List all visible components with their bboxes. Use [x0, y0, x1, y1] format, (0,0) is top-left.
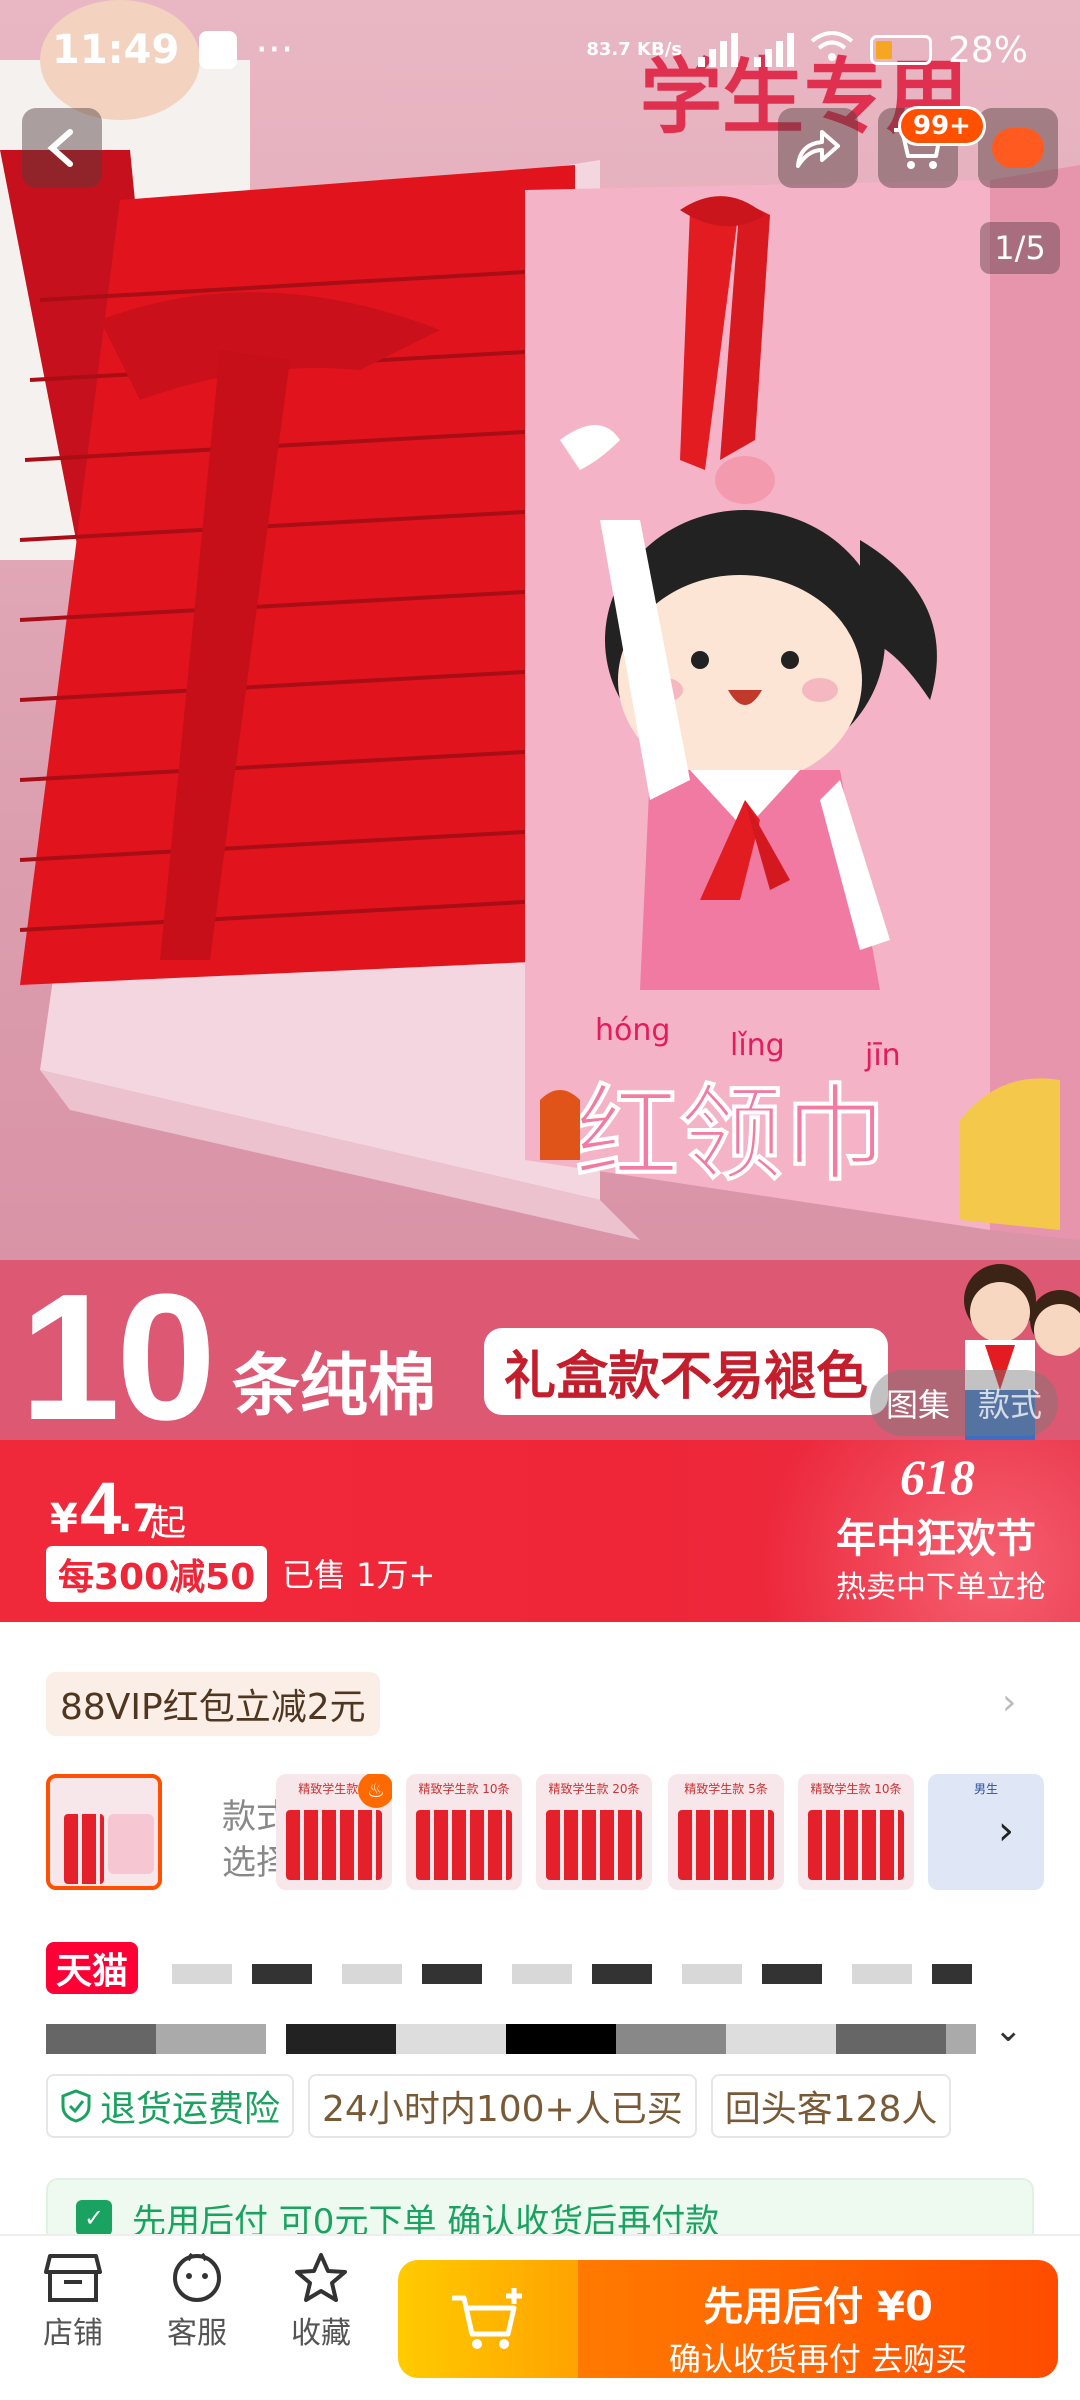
coupon-badge: 每300减50: [46, 1546, 268, 1602]
recent-buyers-tag: 24小时内100+人已买: [308, 2074, 697, 2138]
battery-icon: [869, 35, 932, 65]
wifi-icon: [810, 29, 854, 72]
style-thumb[interactable]: 精致学生款 10条: [406, 1774, 522, 1890]
chevron-down-icon[interactable]: ⌄: [994, 2010, 1023, 2050]
share-button[interactable]: [778, 108, 858, 188]
store-icon: [44, 2254, 102, 2302]
style-thumb[interactable]: 精致学生款 5 ♨: [276, 1774, 392, 1890]
redacted-title-line2: [46, 2024, 976, 2054]
style-thumb[interactable]: 精致学生款 5条: [668, 1774, 784, 1890]
return-insurance-tag: 退货运费险: [46, 2074, 295, 2138]
star-icon: [295, 2253, 347, 2302]
store-button[interactable]: 店铺: [18, 2252, 128, 2352]
check-icon: ✓: [76, 2200, 112, 2236]
vip-coupon[interactable]: 88VIP红包立减2元: [46, 1672, 380, 1736]
status-time: 11:49: [52, 27, 180, 73]
style-thumbnails: 款式选择 精致学生款 5 ♨ 精致学生款 10条 精致学生款 20条 精致学生款…: [46, 1774, 1080, 1894]
repeat-customers-tag: 回头客128人: [710, 2074, 952, 2138]
price-integer: 4: [80, 1467, 122, 1550]
redacted-title-line1: [172, 1964, 972, 1984]
style-thumb-selected[interactable]: [46, 1774, 162, 1890]
signal-2-icon: [753, 33, 794, 67]
chevron-right-icon[interactable]: ›: [1002, 1682, 1016, 1723]
hero-illustration: hóng lǐng jīn 红领巾 学生专用: [0, 0, 1080, 1440]
promo-number: 618: [900, 1449, 975, 1505]
more-notifications-icon: ···: [255, 27, 294, 73]
sold-count: 已售 1万+: [282, 1556, 436, 1594]
product-title[interactable]: 天猫: [46, 1934, 1046, 2074]
banner-number: 10: [20, 1257, 216, 1441]
more-button[interactable]: [978, 108, 1058, 188]
product-page: hóng lǐng jīn 红领巾 学生专用 10 条纯棉 礼盒款不易褪色 11…: [0, 0, 1080, 2400]
box-pinyin-1: hóng: [595, 1013, 670, 1048]
promo-subtitle: 热卖中下单立抢: [836, 1570, 1046, 1605]
hot-icon: ♨: [358, 1774, 392, 1808]
gallery-tabs: 图集 款式: [870, 1370, 1059, 1436]
net-speed: 83.7 KB/s: [586, 39, 682, 60]
banner-pill: 礼盒款不易褪色: [484, 1328, 889, 1415]
box-pinyin-2: lǐng: [730, 1028, 785, 1063]
banner-text: 条纯棉: [232, 1347, 437, 1426]
add-to-cart-button[interactable]: [398, 2260, 578, 2378]
buy-line1: 先用后付 ¥0: [703, 2284, 933, 2330]
signal-icon: [697, 33, 738, 67]
add-cart-icon: [452, 2288, 522, 2349]
chevron-right-icon[interactable]: ›: [998, 1808, 1014, 1854]
box-label: 红领巾: [575, 1073, 887, 1195]
price-currency: ¥: [50, 1496, 78, 1542]
app-notification-icon: [199, 31, 238, 69]
image-counter: 1/5: [980, 222, 1060, 274]
tab-styles[interactable]: 款式: [978, 1380, 1042, 1426]
service-button[interactable]: 客服: [142, 2252, 252, 2352]
tmall-badge: 天猫: [46, 1942, 139, 1994]
promo-title: 年中狂欢节: [836, 1516, 1036, 1562]
purchase-actions: 先用后付 ¥0 确认收货再付 去购买: [398, 2260, 1058, 2378]
shield-icon: [61, 2089, 91, 2123]
buy-now-button[interactable]: 先用后付 ¥0 确认收货再付 去购买: [578, 2260, 1058, 2378]
style-thumb[interactable]: 精致学生款 10条: [798, 1774, 914, 1890]
favorite-button[interactable]: 收藏: [266, 2252, 376, 2352]
bottom-action-bar: 店铺 客服 收藏 先用后付 ¥0 确认收货再付 去购买: [0, 2234, 1080, 2400]
service-tags: 退货运费险 24小时内100+人已买 回头客128人: [46, 2074, 952, 2138]
chevron-left-icon: [47, 129, 73, 167]
style-thumb[interactable]: 男生: [928, 1774, 1044, 1890]
price-suffix: 起: [150, 1503, 187, 1544]
back-button[interactable]: [22, 108, 102, 188]
cart-badge: 99+: [898, 106, 986, 146]
product-info-card: 88VIP红包立减2元 › 款式选择 精致学生款 5 ♨ 精致学生款 10条 精…: [0, 1622, 1080, 2258]
product-hero-image[interactable]: hóng lǐng jīn 红领巾 学生专用 10 条纯棉 礼盒款不易褪色: [0, 0, 1080, 1440]
buy-line2: 确认收货再付 去购买: [668, 2340, 968, 2378]
status-right: 83.7 KB/s 28%: [586, 29, 1028, 72]
battery-level: 28%: [947, 29, 1028, 71]
status-bar: 11:49 ··· 83.7 KB/s 28%: [0, 0, 1080, 100]
share-icon: [796, 130, 840, 168]
box-pinyin-3: jīn: [864, 1038, 901, 1073]
style-thumb[interactable]: 精致学生款 20条: [536, 1774, 652, 1890]
tab-gallery[interactable]: 图集: [886, 1380, 950, 1426]
price-bar: ¥ 4 .7 起 每300减50 已售 1万+ 618 年中狂欢节 热卖中下单立…: [0, 1440, 1080, 1622]
more-icon: [992, 128, 1044, 168]
service-icon: [173, 2252, 221, 2302]
